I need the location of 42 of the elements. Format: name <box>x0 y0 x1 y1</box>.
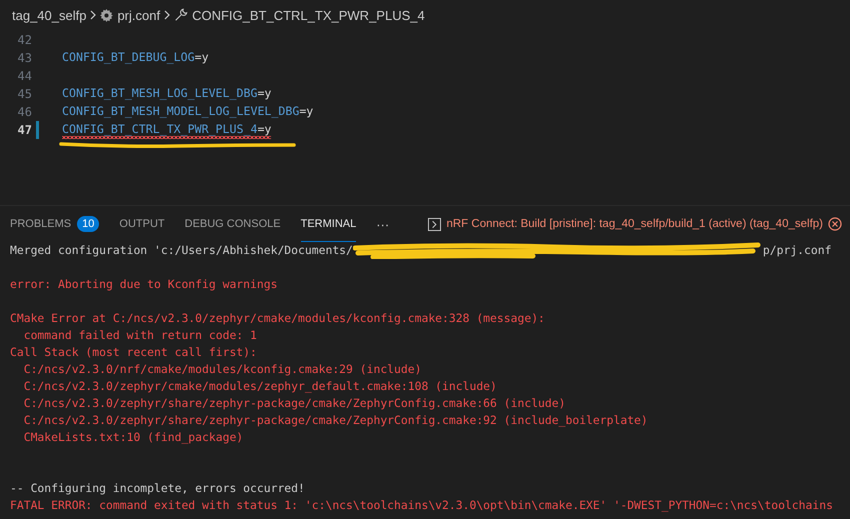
line-number: 45 <box>16 87 32 101</box>
breadcrumb-file[interactable]: prj.conf <box>117 8 160 22</box>
code-line: CONFIG_BT_DEBUG_LOG=y <box>62 50 209 66</box>
line-number: 46 <box>16 105 32 119</box>
breadcrumb-folder[interactable]: tag_40_selfp <box>12 8 86 22</box>
terminal-line: Call Stack (most recent call first): <box>10 344 258 361</box>
terminal-line: C:/ncs/v2.3.0/nrf/cmake/modules/kconfig.cmake:29 (include) <box>22 361 422 378</box>
terminal-line: C:/ncs/v2.3.0/zephyr/share/zephyr-package/cmake/ZephyrConfig.cmake:66 (include) <box>22 395 566 412</box>
terminal-line: command failed with return code: 1 <box>22 327 258 344</box>
code-line: CONFIG_BT_MESH_MODEL_LOG_LEVEL_DBG=y <box>62 104 314 120</box>
code-line: CONFIG_BT_MESH_LOG_LEVEL_DBG=y <box>62 86 272 102</box>
line-number: 44 <box>16 69 32 83</box>
tab-label: DEBUG CONSOLE <box>184 218 281 230</box>
terminal-line: -- Configuring incomplete, errors occurred! <box>10 480 306 497</box>
line-number: 42 <box>16 33 32 47</box>
more-button[interactable]: ··· <box>376 216 390 232</box>
panel-tab[interactable]: DEBUG CONSOLE <box>184 206 281 242</box>
terminal-line: p/prj.conf <box>762 242 832 259</box>
tab-label: OUTPUT <box>119 218 165 230</box>
line-number: 47 <box>16 123 32 137</box>
wrench-icon <box>174 8 188 22</box>
chevron-right-icon <box>90 10 96 20</box>
count-badge: 10 <box>77 216 100 232</box>
gear-icon <box>100 8 114 22</box>
tab-label: TERMINAL <box>300 218 356 230</box>
tab-label: PROBLEMS <box>10 218 72 230</box>
terminal-line: Merged configuration 'c:/Users/Abhishek/Documents/ <box>10 242 353 259</box>
terminal-title[interactable]: nRF Connect: Build [pristine]: tag_40_selfp/build_1 (active) (tag_40_selfp) <box>446 218 823 230</box>
line-number: 43 <box>16 51 32 65</box>
terminal-line: FATAL ERROR: command exited with status 1: 'c:\ncs\toolchains\v2.3.0\opt\bin\cmake.EXE' '-DWEST_PYTHON=c:\ncs\toolchains <box>10 497 834 514</box>
breadcrumb-symbol[interactable]: CONFIG_BT_CTRL_TX_PWR_PLUS_4 <box>192 8 425 22</box>
terminal-line: CMakeLists.txt:10 (find_package) <box>22 429 244 446</box>
terminal-line: CMake Error at C:/ncs/v2.3.0/zephyr/cmake/modules/kconfig.cmake:328 (message): <box>10 310 546 327</box>
terminal-line: C:/ncs/v2.3.0/zephyr/share/zephyr-package/cmake/ZephyrConfig.cmake:92 (include_boilerplate) <box>22 412 649 429</box>
terminal-line: error: Aborting due to Kconfig warnings <box>10 276 278 293</box>
terminal-line: C:/ncs/v2.3.0/zephyr/cmake/modules/zephyr_default.cmake:108 (include) <box>22 378 498 395</box>
panel-tab[interactable]: PROBLEMS 10 <box>10 206 100 242</box>
terminal-icon <box>428 218 442 230</box>
panel-tab[interactable]: TERMINAL <box>300 206 356 242</box>
chevron-right-icon <box>164 10 170 20</box>
close-icon[interactable] <box>828 217 842 231</box>
panel-tab[interactable]: OUTPUT <box>119 206 165 242</box>
